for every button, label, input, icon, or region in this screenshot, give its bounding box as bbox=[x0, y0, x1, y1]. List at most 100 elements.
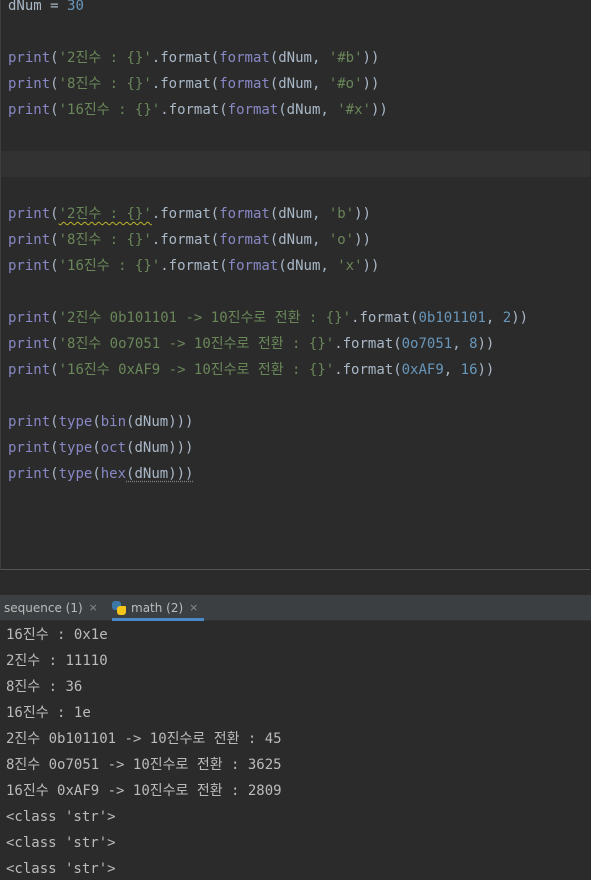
code-token: '8진수 : {}' bbox=[58, 76, 152, 92]
code-token: 2 bbox=[502, 310, 512, 326]
code-token: format bbox=[227, 102, 279, 118]
code-token: )) bbox=[362, 76, 380, 92]
code-token: print bbox=[8, 414, 51, 430]
code-token: format bbox=[219, 232, 270, 248]
code-token: 'x' bbox=[337, 258, 363, 274]
code-token: '8진수 : {}' bbox=[58, 232, 152, 248]
python-icon bbox=[112, 601, 126, 615]
code-line: print('2진수 : {}'.format(format(dNum, 'b'… bbox=[8, 204, 371, 230]
code-line: print(type(bin(dNum))) bbox=[8, 412, 193, 438]
console-line: <class 'str'> bbox=[6, 861, 116, 877]
code-token: format bbox=[219, 50, 270, 66]
code-token: print bbox=[8, 102, 51, 118]
code-editor[interactable]: dNum = 30 print('2진수 : {}'.format(format(… bbox=[0, 0, 590, 570]
code-token: .format( bbox=[334, 362, 402, 378]
code-line: print('16진수 : {}'.format(format(dNum, '#… bbox=[8, 100, 388, 126]
code-token: .format( bbox=[151, 76, 220, 92]
code-token: 0xAF9 bbox=[401, 362, 444, 378]
panel-gap bbox=[0, 570, 591, 595]
code-token: 'b' bbox=[328, 206, 355, 222]
code-token: (dNum, bbox=[278, 102, 338, 118]
code-line: print('16진수 : {}'.format(format(dNum, 'x… bbox=[8, 256, 379, 282]
code-token: )) bbox=[362, 258, 380, 274]
code-token: type bbox=[58, 440, 93, 456]
code-token: (dNum, bbox=[278, 258, 338, 274]
console-line: <class 'str'> bbox=[6, 809, 116, 825]
code-token: '2진수 : {}' bbox=[58, 206, 152, 222]
code-token: 16 bbox=[460, 362, 478, 378]
code-token: (dNum, bbox=[269, 206, 329, 222]
close-icon[interactable]: × bbox=[89, 595, 98, 621]
current-line-highlight bbox=[1, 151, 590, 177]
code-token: .format( bbox=[160, 102, 228, 118]
code-token: type bbox=[58, 414, 93, 430]
code-token: .format( bbox=[151, 206, 220, 222]
run-tool-tabbar: sequence (1) × math (2) × bbox=[0, 595, 591, 621]
code-token: hex bbox=[100, 466, 127, 482]
code-token: (dNum))) bbox=[126, 466, 194, 482]
code-token: )) bbox=[370, 102, 388, 118]
code-token: ( bbox=[50, 50, 59, 66]
code-token: )) bbox=[354, 232, 371, 248]
code-token: oct bbox=[100, 440, 127, 456]
code-token: type bbox=[58, 466, 93, 482]
code-line: dNum = 30 bbox=[8, 0, 84, 22]
code-token: ( bbox=[50, 232, 59, 248]
code-token: .format( bbox=[351, 310, 419, 326]
code-token: '#x' bbox=[337, 102, 371, 118]
code-line: print('8진수 : {}'.format(format(dNum, 'o'… bbox=[8, 230, 371, 256]
code-token: ( bbox=[92, 466, 101, 482]
code-token: '16진수 0xAF9 -> 10진수로 전환 : {}' bbox=[58, 362, 335, 378]
code-token: (dNum, bbox=[269, 50, 329, 66]
code-token: .format( bbox=[151, 50, 220, 66]
code-token: ( bbox=[50, 414, 59, 430]
code-token: ( bbox=[50, 102, 59, 118]
code-token: , bbox=[443, 362, 461, 378]
console-line: <class 'str'> bbox=[6, 835, 116, 851]
code-token: )) bbox=[477, 336, 495, 352]
code-token: '8진수 0o7051 -> 10진수로 전환 : {}' bbox=[58, 336, 335, 352]
code-token: )) bbox=[354, 206, 371, 222]
code-token: print bbox=[8, 466, 51, 482]
code-token: '2진수 : {}' bbox=[58, 50, 152, 66]
code-token: .format( bbox=[151, 232, 220, 248]
code-token: print bbox=[8, 258, 51, 274]
code-line: print(type(oct(dNum))) bbox=[8, 438, 193, 464]
code-token: 0b101101 bbox=[418, 310, 486, 326]
code-token: format bbox=[227, 258, 279, 274]
code-token: '#o' bbox=[328, 76, 363, 92]
console-line: 8진수 : 36 bbox=[6, 679, 83, 695]
tab-sequence[interactable]: sequence (1) × bbox=[4, 595, 98, 621]
code-token: dNum = bbox=[8, 0, 68, 14]
code-token: ( bbox=[50, 440, 59, 456]
code-token: ( bbox=[50, 76, 59, 92]
code-token: bin bbox=[100, 414, 127, 430]
console-line: 8진수 0o7051 -> 10진수로 전환 : 3625 bbox=[6, 757, 282, 773]
code-token: (dNum, bbox=[269, 232, 329, 248]
code-line: print('8진수 : {}'.format(format(dNum, '#o… bbox=[8, 74, 379, 100]
code-token: (dNum))) bbox=[126, 440, 194, 456]
code-line: print('16진수 0xAF9 -> 10진수로 전환 : {}'.form… bbox=[8, 360, 494, 386]
code-token: print bbox=[8, 76, 51, 92]
code-line: print('2진수 0b101101 -> 10진수로 전환 : {}'.fo… bbox=[8, 308, 528, 334]
code-token: , bbox=[452, 336, 470, 352]
run-console-output[interactable]: 16진수 : 0x1e 2진수 : 11110 8진수 : 36 16진수 : 1e 2… bbox=[0, 621, 591, 880]
tab-math[interactable]: math (2) × bbox=[112, 595, 205, 621]
code-token: .format( bbox=[160, 258, 228, 274]
code-token: format bbox=[219, 206, 270, 222]
code-token: ( bbox=[50, 206, 59, 222]
code-token: print bbox=[8, 362, 51, 378]
code-token: '#b' bbox=[328, 50, 363, 66]
code-token: )) bbox=[362, 50, 380, 66]
code-token: '16진수 : {}' bbox=[58, 258, 161, 274]
code-token: ( bbox=[50, 336, 59, 352]
code-token: 30 bbox=[67, 0, 84, 14]
code-token: , bbox=[485, 310, 503, 326]
console-line: 2진수 0b101101 -> 10진수로 전환 : 45 bbox=[6, 731, 282, 747]
tab-label: sequence (1) bbox=[4, 601, 83, 615]
console-line: 2진수 : 11110 bbox=[6, 653, 108, 669]
code-token: print bbox=[8, 440, 51, 456]
code-token: .format( bbox=[334, 336, 402, 352]
code-token: 8 bbox=[469, 336, 478, 352]
code-token: ( bbox=[50, 258, 59, 274]
